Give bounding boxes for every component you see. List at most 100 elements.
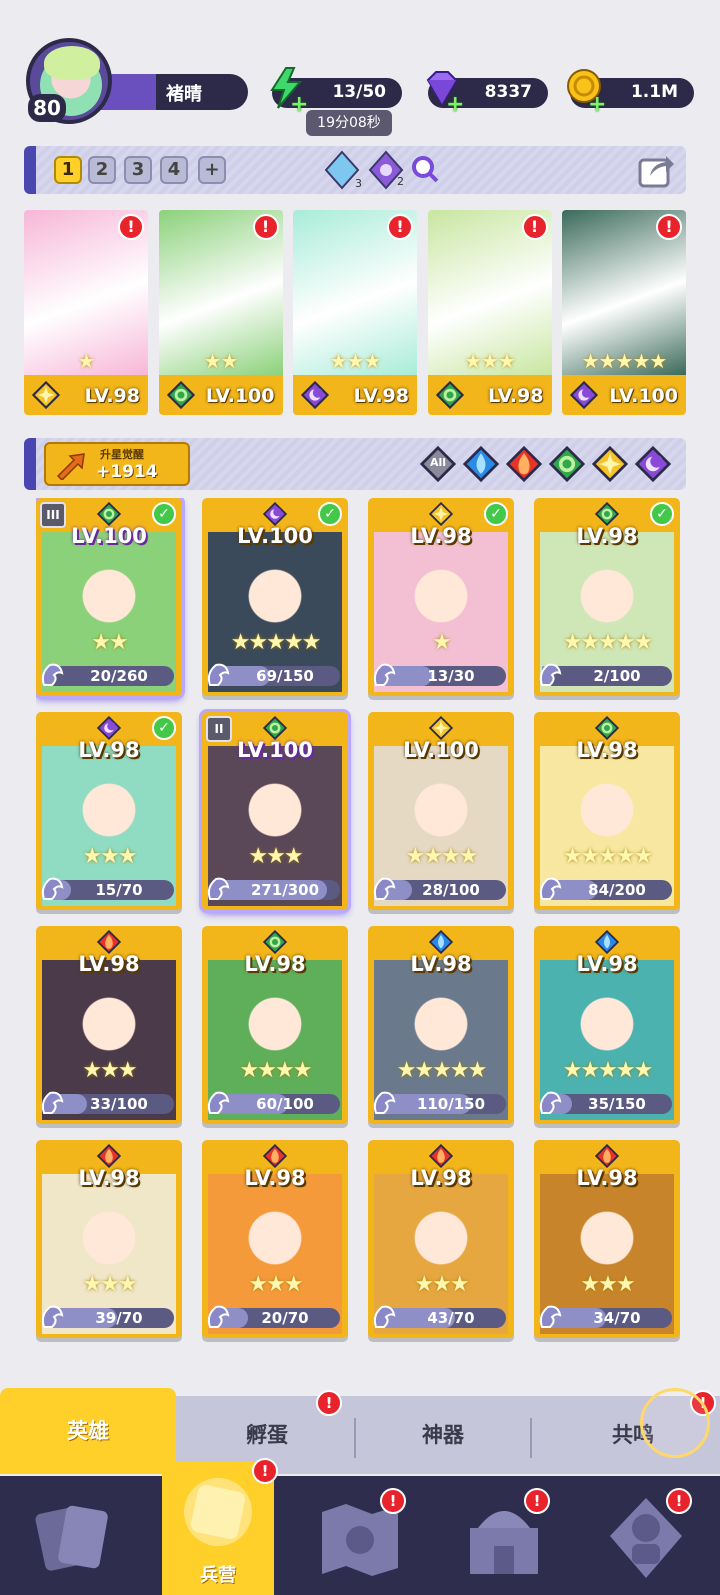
shard-progress-bar: 33/100 [41, 1091, 174, 1114]
shard-progress-bar: 84/200 [539, 877, 672, 900]
gem-plus-icon[interactable]: + [446, 92, 464, 117]
water-element-icon [594, 929, 620, 955]
player-name-bar[interactable]: 褚晴 [96, 74, 248, 110]
dark-count: 2 [397, 175, 404, 188]
hero-card[interactable]: LV.98 ★★★ 15/70 ✓ [36, 712, 182, 910]
filter-water[interactable] [462, 445, 500, 483]
nav-guild[interactable]: ! [596, 1488, 696, 1588]
team-hero-card[interactable]: ★★★ LV.98! [293, 210, 417, 415]
hero-card[interactable]: LV.100 ★★★★ 28/100 [368, 712, 514, 910]
filter-nature[interactable] [548, 445, 586, 483]
check-icon: ✓ [152, 502, 176, 526]
element-icon [31, 380, 61, 410]
hero-level: LV.98 [78, 952, 140, 976]
hero-stars: ★★★ [329, 349, 382, 373]
team-slot-2[interactable]: 2 [88, 156, 116, 184]
tab-artifact[interactable]: 神器 [356, 1396, 530, 1474]
shard-progress-bar: 28/100 [373, 877, 506, 900]
element-icon [594, 929, 620, 955]
hero-card[interactable]: LV.98 ★★★★★ 35/150 [534, 926, 680, 1124]
hero-card[interactable]: LV.98 ★★★★★ 2/100 ✓ [534, 498, 680, 696]
sparkle-ring-button[interactable] [640, 1388, 710, 1458]
nature-element-icon [594, 715, 620, 741]
tier-badge: III [40, 502, 66, 528]
hero-card[interactable]: LV.98 ★★★★★ 84/200 [534, 712, 680, 910]
hero-stars: ★★★★★ [230, 630, 322, 655]
hero-card[interactable]: LV.98 ★ 13/30 ✓ [368, 498, 514, 696]
hero-card[interactable]: LV.100 ★★★ 271/300 II [202, 712, 348, 910]
team-lineup: ★ LV.98! ★★ LV.100! ★★★ LV.98! ★★★ LV.98! ★★★★★ L… [24, 210, 686, 415]
nav-barracks[interactable]: ! 兵营 [162, 1458, 278, 1595]
search-icon[interactable] [410, 154, 440, 184]
hero-card[interactable]: LV.98 ★★★ 20/70 [202, 1140, 348, 1338]
shard-progress-bar: 60/100 [207, 1091, 340, 1114]
hero-level: LV.100 [403, 738, 479, 762]
hero-level: LV.100 [205, 385, 275, 407]
tab-artifact-label: 神器 [422, 1423, 464, 1447]
hero-stars: ★★★ [248, 844, 303, 869]
water-element-icon [428, 929, 454, 955]
check-icon: ✓ [318, 502, 342, 526]
hero-card[interactable]: LV.98 ★★★ 43/70 [368, 1140, 514, 1338]
team-hero-card[interactable]: ★★ LV.100! [158, 210, 283, 415]
hero-card[interactable]: LV.98 ★★★ 34/70 [534, 1140, 680, 1338]
nature-element-icon [262, 715, 288, 741]
element-icon [428, 715, 454, 741]
shard-count: 69/150 [256, 667, 314, 685]
top-status-bar: 褚晴 80 + 13/50 19分08秒 + 8337 + 1.1M [0, 30, 720, 140]
fire-element-icon [594, 1143, 620, 1169]
hero-card[interactable]: LV.98 ★★★ 33/100 [36, 926, 182, 1124]
filter-light[interactable] [591, 445, 629, 483]
team-hero-card[interactable]: ★★★★★ LV.100! [562, 210, 686, 415]
team-slot-add[interactable]: + [198, 156, 226, 184]
team-hero-card[interactable]: ★★★ LV.98! [427, 210, 552, 415]
alert-badge: ! [656, 214, 682, 240]
energy-counter[interactable]: + 13/50 [270, 67, 402, 117]
shard-progress-bar: 35/150 [539, 1091, 672, 1114]
nav-castle[interactable]: ! [454, 1488, 554, 1588]
share-icon[interactable] [636, 150, 676, 190]
hero-grid: LV.100 ★★ 20/260 ✓ III LV.100 ★★★★★ 69/150 ✓ LV.9… [36, 498, 690, 1378]
shard-progress-bar: 15/70 [41, 877, 174, 900]
shard-icon [207, 1305, 230, 1328]
team-slot-1[interactable]: 1 [54, 156, 82, 184]
hero-stars: ★ [77, 349, 96, 373]
hero-card[interactable]: LV.98 ★★★ 39/70 [36, 1140, 182, 1338]
hero-card[interactable]: LV.98 ★★★★★ 110/150 [368, 926, 514, 1124]
nav-map[interactable]: ! [310, 1488, 410, 1588]
filter-all[interactable]: All [419, 445, 457, 483]
coin-plus-icon[interactable]: + [588, 92, 606, 117]
shard-count: 15/70 [95, 881, 143, 899]
filter-dark[interactable] [634, 445, 672, 483]
team-slot-3[interactable]: 3 [124, 156, 152, 184]
light-element-icon [428, 715, 454, 741]
hero-level: LV.98 [84, 385, 140, 407]
team-slot-4[interactable]: 4 [160, 156, 188, 184]
bottom-navbar: ! ! ! [0, 1476, 720, 1595]
water-counter[interactable]: 3 [322, 150, 362, 190]
element-icon [96, 715, 122, 741]
tab-heroes[interactable]: 英雄 [0, 1388, 176, 1474]
hero-card[interactable]: LV.100 ★★★★★ 69/150 ✓ [202, 498, 348, 696]
star-awaken-button[interactable]: 升星觉醒 +1914 [44, 442, 190, 486]
team-header-accent [24, 146, 36, 194]
player-avatar[interactable]: 80 [26, 38, 112, 124]
filter-fire[interactable] [505, 445, 543, 483]
fire-filter-icon [505, 445, 543, 483]
hero-stars: ★★★★★ [562, 1058, 654, 1083]
dark-counter[interactable]: 2 [366, 150, 406, 190]
coin-counter[interactable]: + 1.1M [567, 69, 694, 117]
element-icon [428, 501, 454, 527]
nav-cards[interactable] [26, 1488, 126, 1588]
hero-level: LV.98 [410, 524, 472, 548]
shard-progress-bar: 110/150 [373, 1091, 506, 1114]
shard-count: 43/70 [427, 1309, 475, 1327]
hero-stars: ★★★★★ [396, 1058, 488, 1083]
hero-card[interactable]: LV.100 ★★ 20/260 ✓ III [36, 498, 182, 696]
shard-progress-bar: 34/70 [539, 1305, 672, 1328]
shard-icon [539, 1305, 562, 1328]
team-hero-card[interactable]: ★ LV.98! [24, 210, 148, 415]
hero-card[interactable]: LV.98 ★★★★ 60/100 [202, 926, 348, 1124]
gem-counter[interactable]: + 8337 [426, 71, 548, 117]
filter-row-accent [24, 438, 36, 490]
